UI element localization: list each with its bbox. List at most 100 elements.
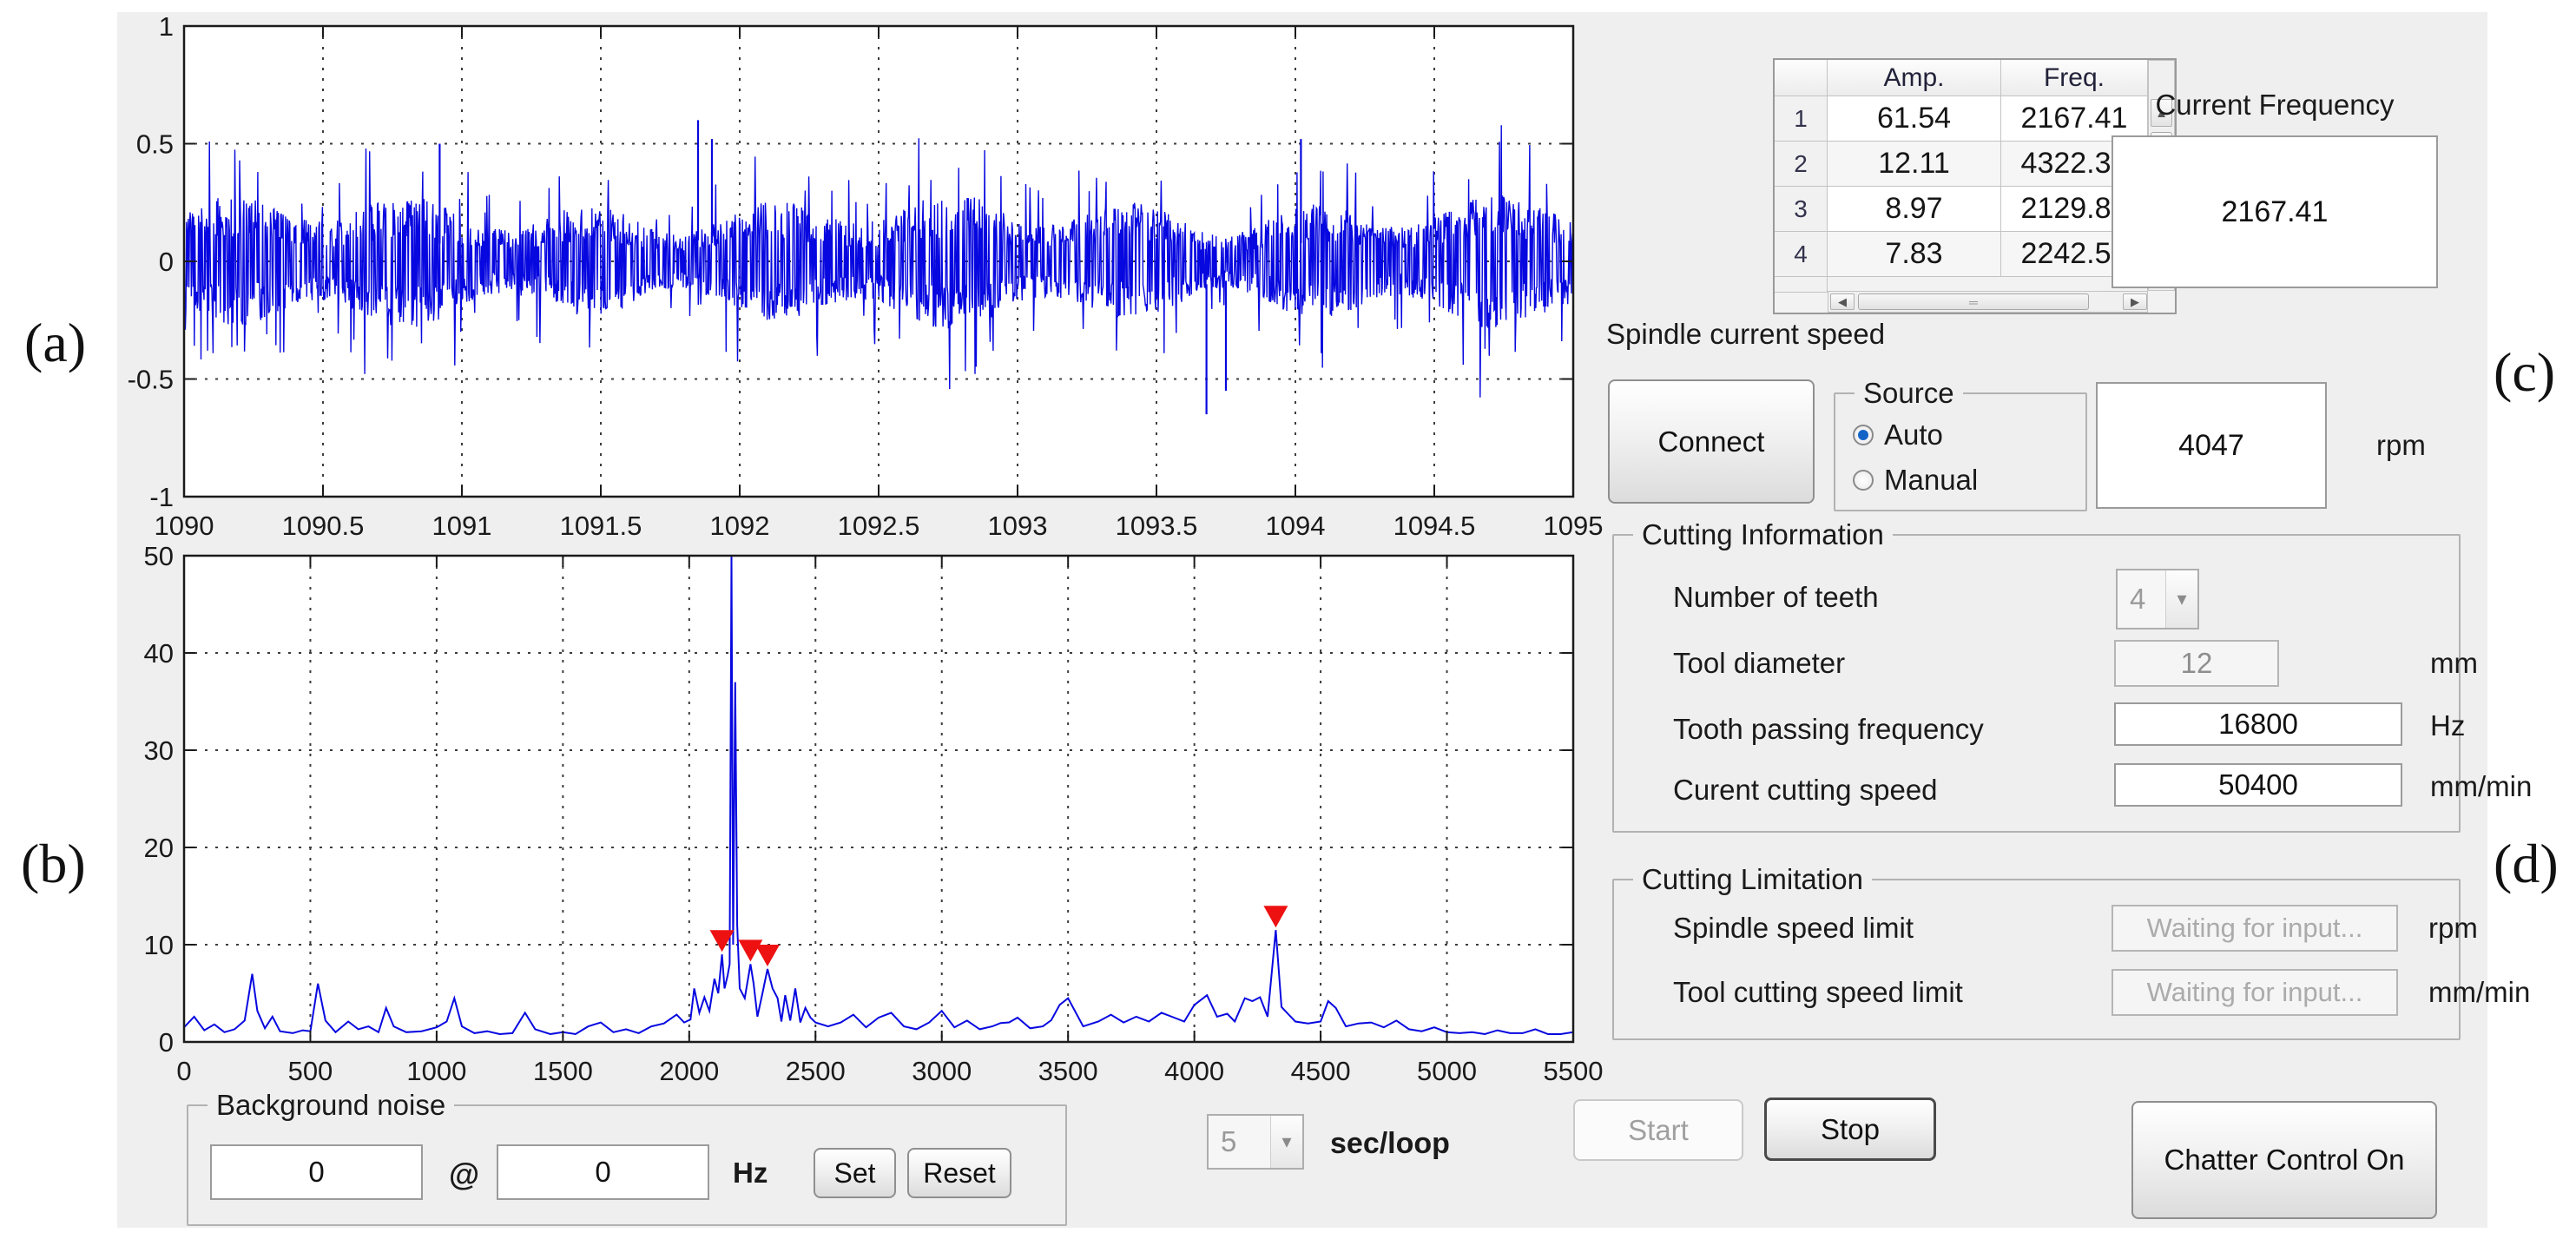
scroll-right-icon[interactable]: ▶: [2123, 293, 2147, 310]
at-symbol: @: [449, 1157, 479, 1193]
tooth-passing-frequency-value: 16800: [2218, 708, 2298, 741]
svg-text:-1: -1: [149, 482, 174, 512]
svg-text:50: 50: [144, 541, 174, 571]
reset-button[interactable]: Reset: [907, 1148, 1011, 1198]
svg-text:10: 10: [144, 930, 174, 960]
svg-text:4500: 4500: [1291, 1056, 1351, 1086]
svg-text:20: 20: [144, 833, 174, 863]
figure-label-a: (a): [24, 311, 86, 375]
table-header-amp: Amp.: [1828, 60, 2001, 96]
svg-text:4000: 4000: [1164, 1056, 1224, 1086]
figure-label-c: (c): [2494, 340, 2555, 405]
source-legend: Source: [1855, 377, 1963, 410]
svg-text:2000: 2000: [659, 1056, 719, 1086]
spindle-speed-label: Spindle current speed: [1606, 318, 1885, 351]
loop-seconds-dropdown[interactable]: 5 ▾: [1207, 1114, 1304, 1170]
spindle-speed-value: 4047: [2096, 382, 2327, 509]
table-row-number: 3: [1775, 187, 1828, 232]
app-window: (a) (b) (c) (d) 10901090.510911091.51092…: [0, 0, 2576, 1259]
tool-diameter-unit: mm: [2430, 647, 2478, 680]
spindle-speed-limit-placeholder: Waiting for input...: [2147, 913, 2363, 944]
figure-label-b: (b): [21, 832, 86, 896]
source-auto-label: Auto: [1884, 419, 1943, 452]
cutting-information-groupbox: Cutting Information Number of teeth 4 ▾ …: [1612, 534, 2461, 833]
current-frequency-label: Current Frequency: [2101, 89, 2448, 122]
spindle-speed-unit: rpm: [2376, 429, 2426, 462]
loop-seconds-unit: sec/loop: [1330, 1127, 1450, 1161]
scroll-left-icon[interactable]: ◀: [1830, 293, 1855, 310]
gui-panel: 10901090.510911091.510921092.510931093.5…: [117, 12, 2487, 1228]
chevron-down-icon: ▾: [2165, 570, 2197, 628]
chevron-down-icon: ▾: [1270, 1116, 1302, 1168]
table-row-number: 1: [1775, 96, 1828, 142]
cutting-limitation-legend: Cutting Limitation: [1633, 863, 1872, 896]
svg-text:30: 30: [144, 735, 174, 766]
svg-text:2500: 2500: [786, 1056, 846, 1086]
svg-text:3500: 3500: [1038, 1056, 1098, 1086]
svg-text:0: 0: [159, 247, 174, 277]
svg-text:0: 0: [159, 1027, 174, 1058]
noise-frequency-field[interactable]: 0: [497, 1144, 709, 1200]
tool-cutting-speed-limit-placeholder: Waiting for input...: [2147, 977, 2363, 1008]
reset-button-label: Reset: [923, 1157, 996, 1190]
tooth-passing-frequency-unit: Hz: [2430, 709, 2465, 742]
set-button[interactable]: Set: [814, 1148, 896, 1198]
source-manual-label: Manual: [1884, 464, 1978, 497]
current-frequency-number: 2167.41: [2222, 195, 2329, 229]
tool-diameter-label: Tool diameter: [1673, 647, 1845, 680]
number-of-teeth-label: Number of teeth: [1673, 581, 1879, 614]
tool-diameter-field[interactable]: 12: [2114, 640, 2279, 687]
current-cutting-speed-label: Curent cutting speed: [1673, 774, 1938, 807]
tool-cutting-speed-limit-field[interactable]: Waiting for input...: [2112, 969, 2398, 1016]
table-cell-amp[interactable]: 8.97: [1828, 187, 2001, 232]
svg-text:0: 0: [176, 1056, 191, 1086]
background-noise-groupbox: Background noise 0 @ 0 Hz Set Reset: [187, 1104, 1067, 1226]
tooth-passing-frequency-field[interactable]: 16800: [2114, 702, 2402, 746]
svg-text:5000: 5000: [1417, 1056, 1477, 1086]
source-manual-radio[interactable]: [1853, 470, 1874, 491]
svg-text:0.5: 0.5: [136, 129, 174, 160]
tool-cutting-speed-limit-unit: mm/min: [2428, 976, 2530, 1009]
tool-diameter-value: 12: [2181, 647, 2213, 680]
table-row-number: 4: [1775, 232, 1828, 277]
spectrum-plot: 0500100015002000250030003500400045005000…: [104, 531, 1611, 1115]
current-cutting-speed-unit: mm/min: [2430, 770, 2532, 803]
svg-text:-0.5: -0.5: [128, 365, 174, 395]
chatter-control-button[interactable]: Chatter Control On: [2131, 1101, 2437, 1219]
current-frequency-value: 2167.41: [2112, 135, 2438, 288]
cutting-information-legend: Cutting Information: [1633, 518, 1893, 551]
table-corner-cell: [1775, 60, 1828, 96]
cutting-limitation-groupbox: Cutting Limitation Spindle speed limit W…: [1612, 879, 2461, 1040]
noise-amplitude-value: 0: [308, 1156, 324, 1189]
table-cell-amp[interactable]: 61.54: [1828, 96, 2001, 142]
noise-frequency-unit: Hz: [733, 1157, 768, 1190]
set-button-label: Set: [833, 1157, 875, 1190]
stop-button[interactable]: Stop: [1764, 1098, 1936, 1161]
current-cutting-speed-value: 50400: [2218, 768, 2298, 801]
spindle-speed-limit-field[interactable]: Waiting for input...: [2112, 905, 2398, 952]
background-noise-legend: Background noise: [208, 1089, 454, 1122]
spindle-speed-limit-label: Spindle speed limit: [1673, 912, 1914, 945]
source-auto-radio[interactable]: [1853, 425, 1874, 445]
number-of-teeth-dropdown[interactable]: 4 ▾: [2116, 569, 2199, 630]
svg-text:5500: 5500: [1544, 1056, 1604, 1086]
table-cell-amp[interactable]: 7.83: [1828, 232, 2001, 277]
svg-text:500: 500: [288, 1056, 333, 1086]
source-groupbox: Source Auto Manual: [1834, 392, 2087, 511]
scroll-thumb[interactable]: ═: [1858, 293, 2089, 310]
connect-button[interactable]: Connect: [1608, 379, 1815, 504]
figure-label-d: (d): [2494, 832, 2559, 896]
noise-amplitude-field[interactable]: 0: [210, 1144, 423, 1200]
number-of-teeth-value: 4: [2118, 570, 2165, 628]
table-horizontal-scrollbar[interactable]: ◀═ ▶: [1828, 291, 2148, 313]
start-button-label: Start: [1628, 1114, 1689, 1147]
noise-frequency-value: 0: [595, 1156, 610, 1189]
stop-button-label: Stop: [1821, 1113, 1880, 1146]
tool-cutting-speed-limit-label: Tool cutting speed limit: [1673, 976, 1963, 1009]
svg-text:1000: 1000: [406, 1056, 466, 1086]
start-button[interactable]: Start: [1573, 1099, 1743, 1161]
current-cutting-speed-field[interactable]: 50400: [2114, 763, 2402, 807]
table-cell-amp[interactable]: 12.11: [1828, 142, 2001, 187]
spindle-speed-limit-unit: rpm: [2428, 912, 2478, 945]
spindle-speed-number: 4047: [2178, 429, 2244, 463]
